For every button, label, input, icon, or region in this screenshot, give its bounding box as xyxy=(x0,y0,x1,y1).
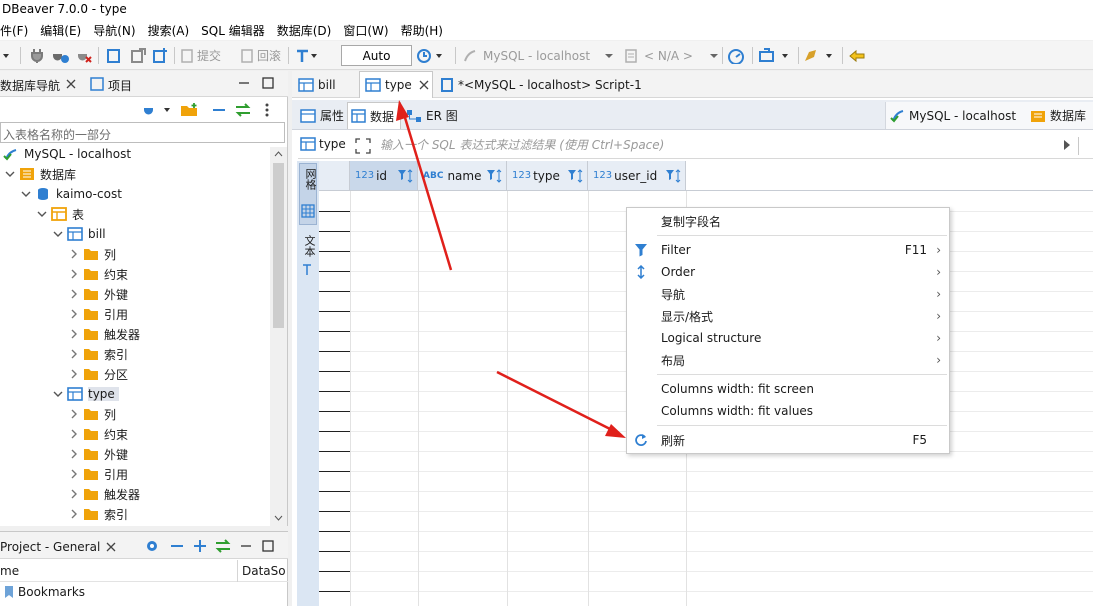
annotation-arrow-to-refresh xyxy=(496,370,626,438)
annotation-arrow-to-data-tab xyxy=(396,100,453,271)
annotation-arrows xyxy=(396,100,626,438)
